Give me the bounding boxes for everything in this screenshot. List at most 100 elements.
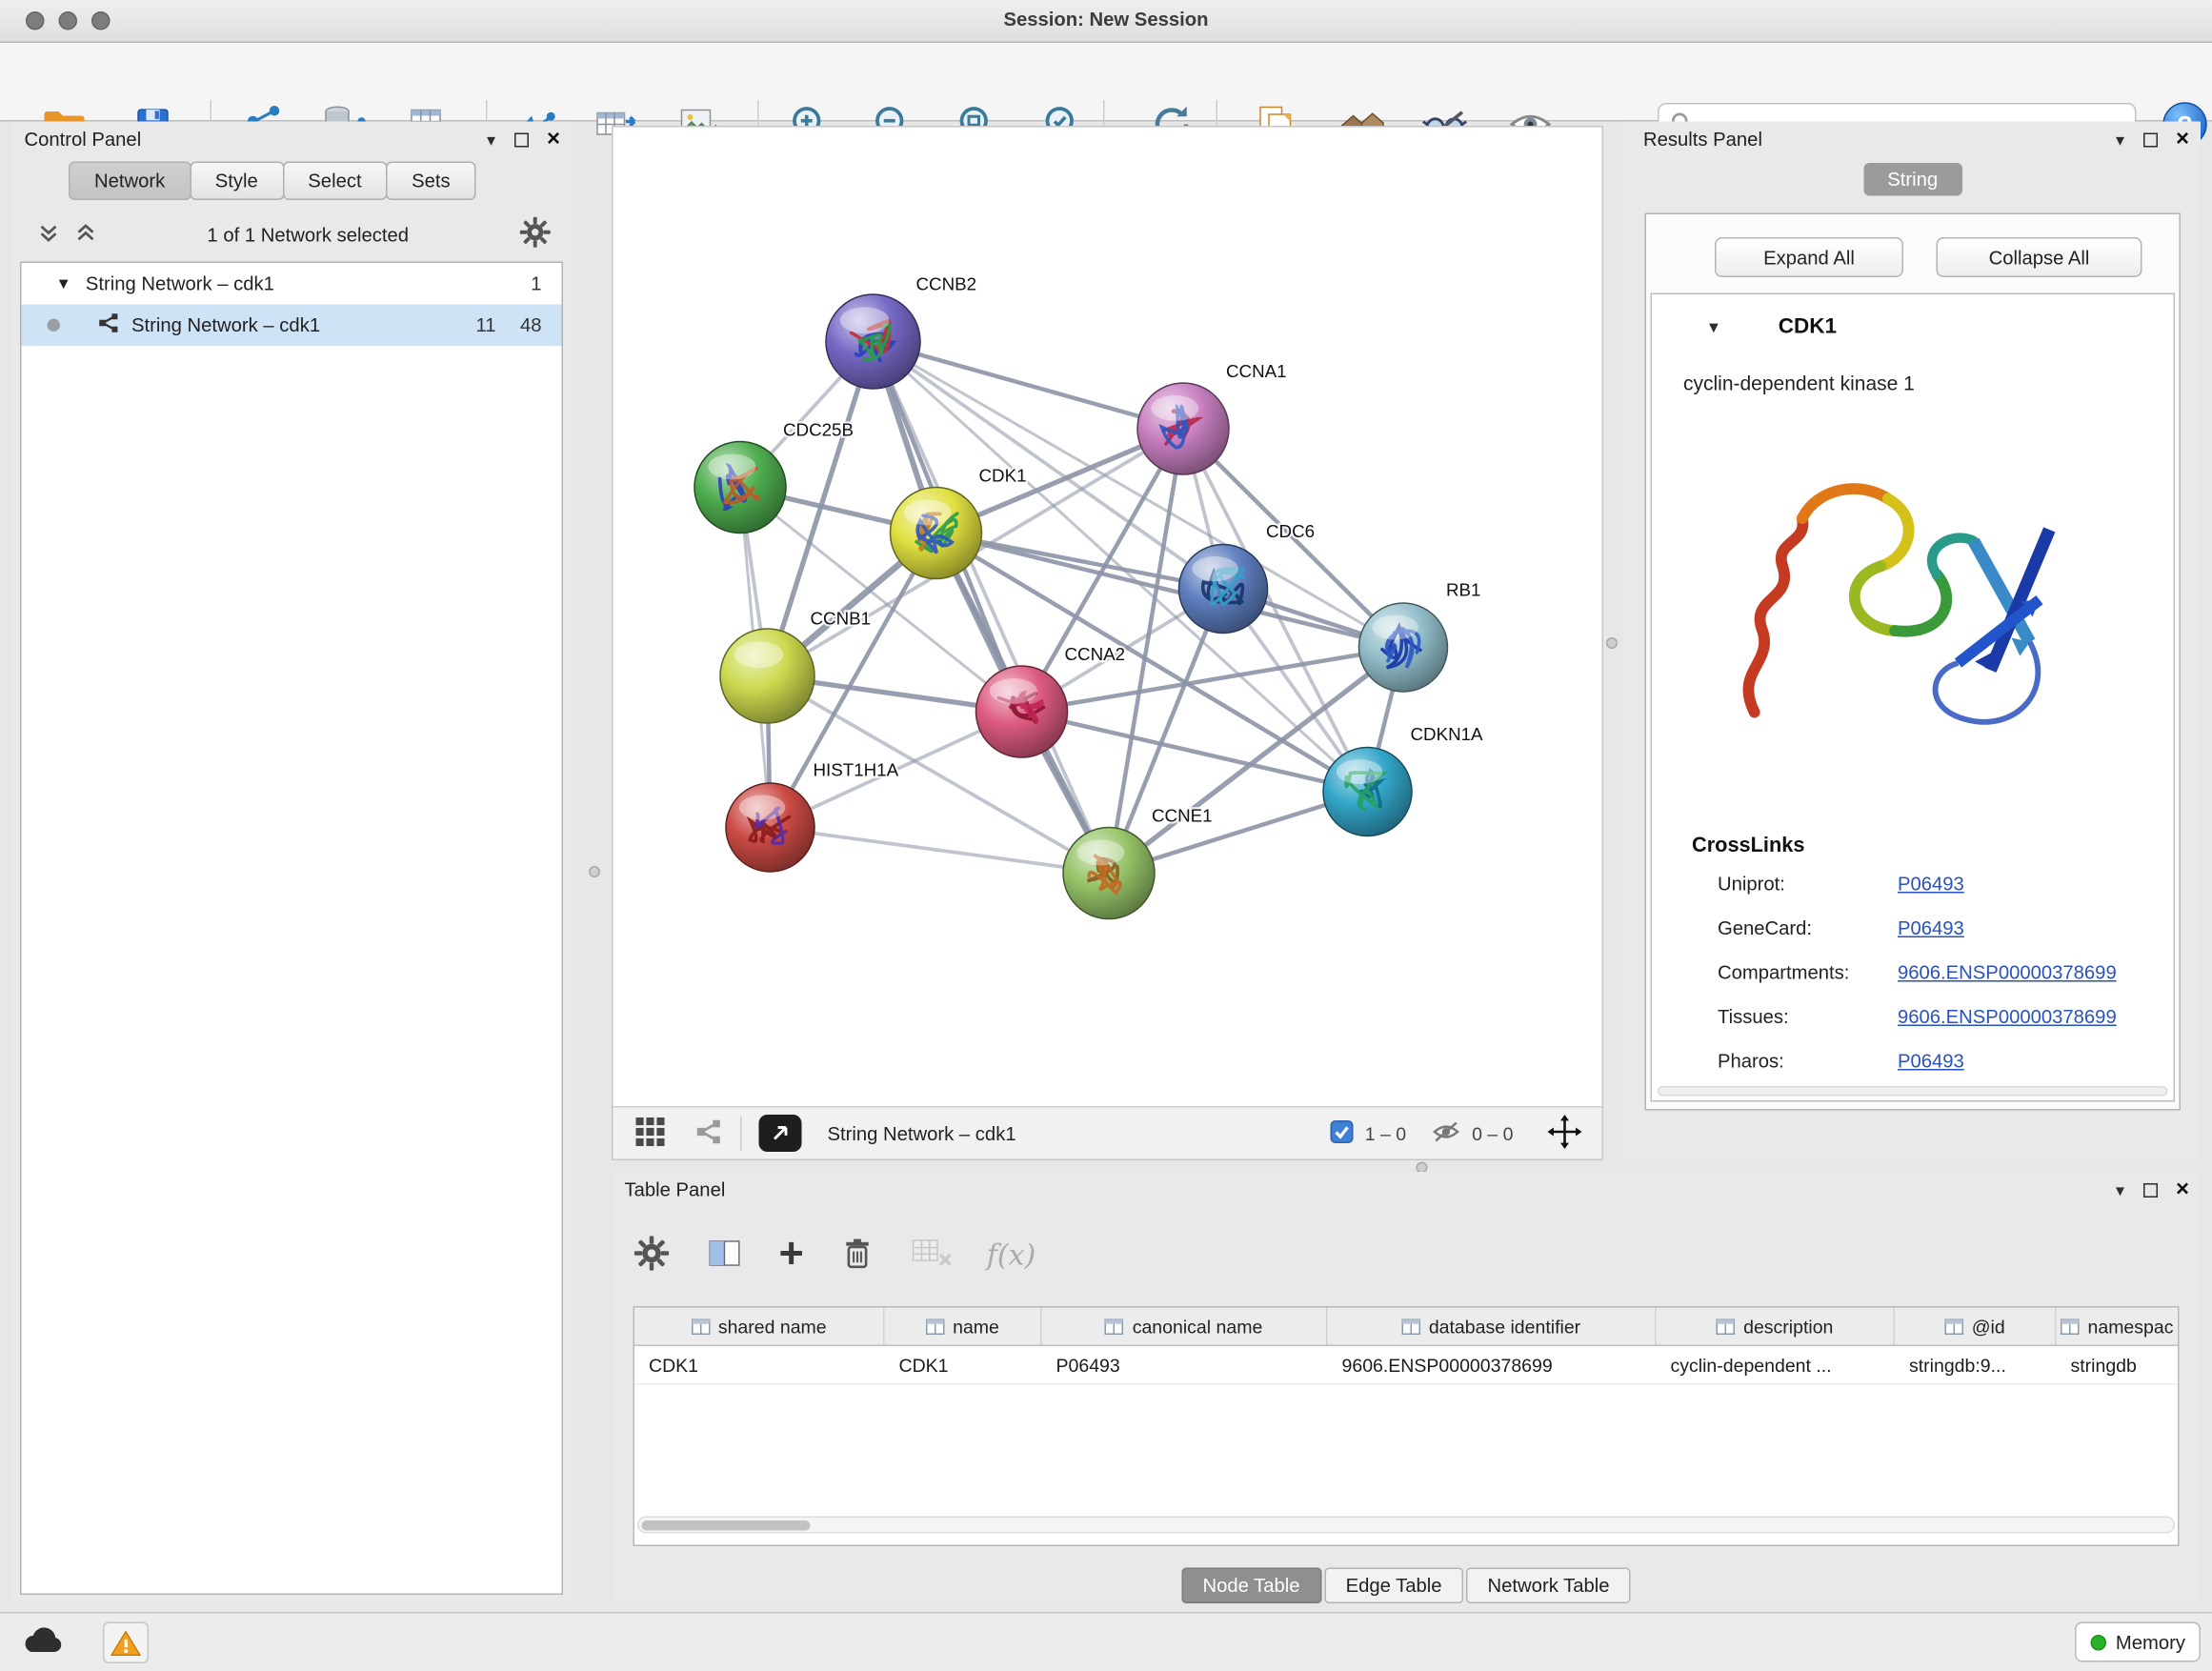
crosslink-link[interactable]: P06493 <box>1898 1051 1964 1073</box>
network-row[interactable]: String Network – cdk1 11 48 <box>22 305 562 347</box>
column-header[interactable]: name <box>885 1308 1042 1345</box>
collapse-all-networks-icon[interactable] <box>37 221 60 249</box>
splitter-handle[interactable] <box>589 866 600 877</box>
protein-description: cyclin-dependent kinase 1 <box>1683 372 1915 394</box>
network-type-icon <box>97 312 120 339</box>
string-results-container: Expand All Collapse All ▾ CDK1 cyclin-de… <box>1645 213 2182 1111</box>
crosslink-link[interactable]: P06493 <box>1898 917 1964 939</box>
table-horizontal-scrollbar[interactable] <box>637 1517 2175 1534</box>
network-node[interactable] <box>694 442 786 534</box>
tab-sets[interactable]: Sets <box>386 162 476 201</box>
node-table: shared name name canonical name database… <box>633 1306 2180 1546</box>
column-header[interactable]: description <box>1657 1308 1896 1345</box>
network-node[interactable] <box>826 294 920 389</box>
float-panel-icon[interactable] <box>2142 133 2157 148</box>
network-node[interactable] <box>726 783 814 872</box>
hidden-eye-slash-icon[interactable] <box>1432 1118 1460 1149</box>
results-scrollbar[interactable] <box>1658 1086 2168 1097</box>
close-panel-icon[interactable]: × <box>2176 129 2189 151</box>
tab-select[interactable]: Select <box>282 162 387 201</box>
column-header[interactable]: @id <box>1895 1308 2057 1345</box>
tab-network[interactable]: Network <box>69 162 191 201</box>
crosslink-link[interactable]: 9606.ENSP00000378699 <box>1898 1006 2117 1028</box>
collapse-all-button[interactable]: Collapse All <box>1937 237 2142 277</box>
cell-id[interactable]: stringdb:9... <box>1895 1346 2057 1383</box>
birdseye-view-icon[interactable] <box>634 1116 666 1152</box>
clear-table-icon[interactable] <box>910 1234 953 1276</box>
tab-style[interactable]: Style <box>190 162 284 201</box>
network-collection-row[interactable]: ▼ String Network – cdk1 1 <box>22 263 562 305</box>
network-node-label: HIST1H1A <box>814 760 899 780</box>
memory-button[interactable]: Memory <box>2075 1622 2201 1662</box>
cell-database-identifier[interactable]: 9606.ENSP00000378699 <box>1328 1346 1657 1383</box>
network-edge[interactable] <box>1022 712 1368 792</box>
network-edge[interactable] <box>771 828 1110 874</box>
warning-button[interactable] <box>103 1622 149 1664</box>
network-share-icon[interactable] <box>694 1117 723 1150</box>
close-panel-icon[interactable]: × <box>2176 1179 2189 1202</box>
move-crosshair-icon[interactable] <box>1548 1114 1582 1153</box>
network-node[interactable] <box>976 666 1068 757</box>
network-label: String Network – cdk1 <box>131 314 320 336</box>
section-collapse-icon[interactable]: ▾ <box>1709 316 1719 335</box>
close-panel-icon[interactable]: × <box>547 129 560 151</box>
network-node[interactable] <box>1063 828 1155 919</box>
cell-canonical-name[interactable]: P06493 <box>1042 1346 1328 1383</box>
network-edge[interactable] <box>874 342 1110 874</box>
network-node[interactable] <box>720 629 814 723</box>
table-row[interactable]: CDK1 CDK1 P06493 9606.ENSP00000378699 cy… <box>634 1346 2178 1385</box>
column-header[interactable]: namespac <box>2057 1308 2179 1345</box>
network-node[interactable] <box>1137 383 1229 474</box>
cell-namespace[interactable]: stringdb <box>2057 1346 2179 1383</box>
protein-structure-image <box>1695 417 2109 825</box>
selected-count: 1 – 0 <box>1365 1122 1406 1144</box>
network-node-label: RB1 <box>1446 580 1480 600</box>
function-builder-icon[interactable]: f(x) <box>987 1238 1036 1272</box>
collapse-panel-icon[interactable]: ▾ <box>2116 131 2124 149</box>
table-tabs: Node Table Edge Table Network Table <box>612 1568 2201 1604</box>
network-node[interactable] <box>1179 545 1268 634</box>
network-selection-row: 1 of 1 Network selected <box>20 211 563 257</box>
column-header[interactable]: database identifier <box>1328 1308 1657 1345</box>
add-column-icon[interactable]: + <box>779 1238 804 1272</box>
crosslink-link[interactable]: 9606.ENSP00000378699 <box>1898 962 2117 984</box>
open-in-window-icon[interactable] <box>759 1115 802 1152</box>
show-columns-icon[interactable] <box>705 1234 745 1276</box>
delete-column-icon[interactable] <box>838 1233 875 1278</box>
splitter-handle[interactable] <box>1606 637 1618 649</box>
network-node-label: CCNE1 <box>1152 806 1213 826</box>
network-node[interactable] <box>1323 748 1412 836</box>
network-node-label: CDC6 <box>1266 521 1315 541</box>
network-canvas[interactable]: CCNB2CCNA1CDC25BCDK1CDC6RB1CCNB1CCNA2CDK… <box>613 128 1602 1107</box>
network-tree: ▼ String Network – cdk1 1 String Network… <box>20 262 563 1596</box>
collapse-panel-icon[interactable]: ▾ <box>487 131 495 149</box>
tab-string[interactable]: String <box>1863 163 1962 196</box>
cloud-icon[interactable] <box>20 1623 66 1662</box>
cell-shared-name[interactable]: CDK1 <box>634 1346 885 1383</box>
table-panel: Table Panel ▾ × + f(x) shared name <box>612 1172 2201 1601</box>
collapse-panel-icon[interactable]: ▾ <box>2116 1182 2124 1199</box>
float-panel-icon[interactable] <box>2142 1183 2157 1198</box>
warning-icon <box>111 1628 142 1657</box>
gear-icon[interactable] <box>519 216 553 253</box>
float-panel-icon[interactable] <box>513 133 528 148</box>
tab-node-table[interactable]: Node Table <box>1181 1568 1321 1604</box>
expand-all-networks-icon[interactable] <box>74 221 97 249</box>
column-header[interactable]: shared name <box>634 1308 885 1345</box>
network-node[interactable] <box>1359 603 1448 692</box>
scrollbar-thumb[interactable] <box>642 1520 811 1530</box>
column-header[interactable]: canonical name <box>1042 1308 1328 1345</box>
tree-expand-icon[interactable]: ▼ <box>56 275 71 292</box>
crosslink-label: Pharos: <box>1718 1051 1784 1073</box>
network-node[interactable] <box>891 488 982 579</box>
cell-name[interactable]: CDK1 <box>885 1346 1042 1383</box>
crosslink-link[interactable]: P06493 <box>1898 874 1964 896</box>
expand-all-button[interactable]: Expand All <box>1715 237 1903 277</box>
table-gear-icon[interactable] <box>633 1234 671 1276</box>
tab-edge-table[interactable]: Edge Table <box>1324 1568 1463 1604</box>
memory-status-dot <box>2090 1634 2106 1650</box>
selected-checkbox-icon[interactable] <box>1331 1119 1354 1147</box>
tab-network-table[interactable]: Network Table <box>1466 1568 1631 1604</box>
statusbar-separator <box>740 1117 742 1151</box>
cell-description[interactable]: cyclin-dependent ... <box>1657 1346 1896 1383</box>
